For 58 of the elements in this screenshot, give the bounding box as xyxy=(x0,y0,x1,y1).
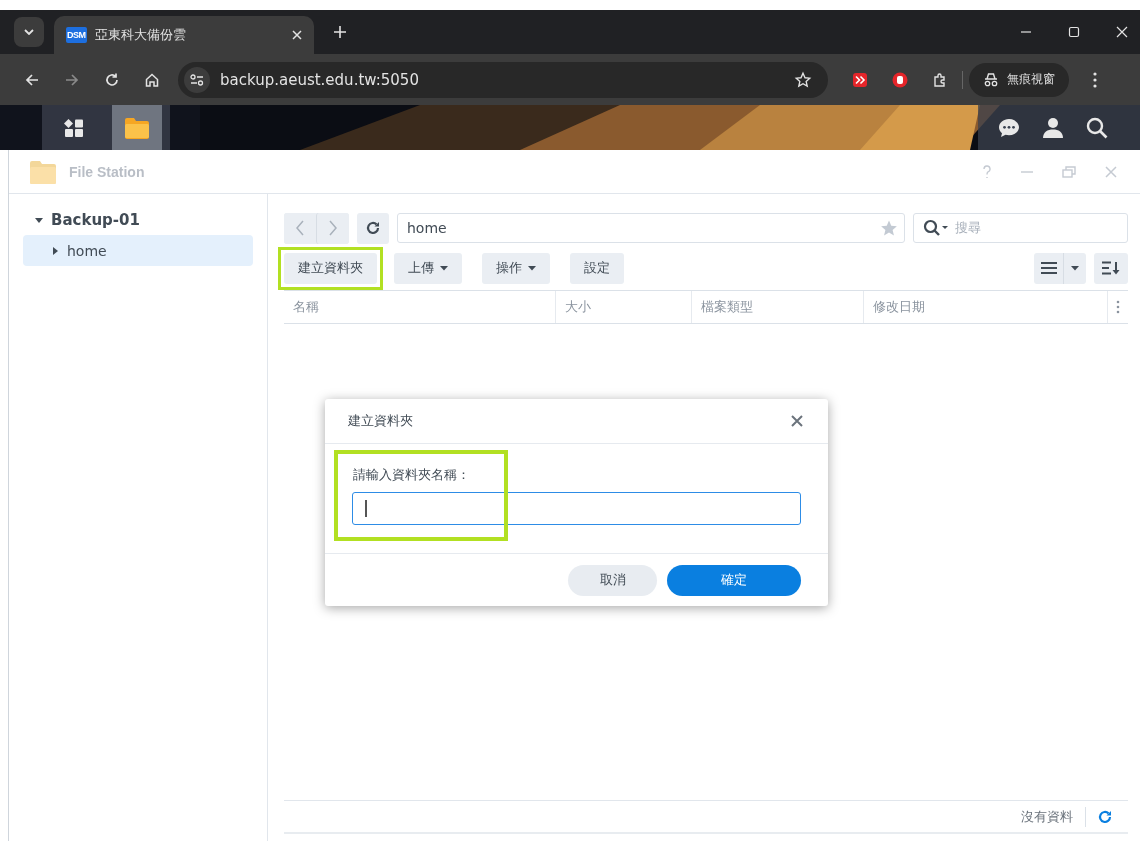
search-icon xyxy=(923,219,949,237)
toolbar-button[interactable]: 上傳 xyxy=(394,252,462,284)
toolbar-button[interactable]: 操作 xyxy=(482,252,550,284)
refresh-icon xyxy=(366,221,380,235)
new-tab-icon[interactable] xyxy=(334,26,346,38)
grid-icon xyxy=(63,117,85,138)
toolbar-button[interactable]: 設定 xyxy=(570,252,624,284)
refresh-icon[interactable] xyxy=(1098,809,1112,824)
chevron-left-icon xyxy=(295,220,305,236)
chevron-right-icon xyxy=(328,220,338,236)
star-icon[interactable] xyxy=(880,219,898,237)
caret-icon xyxy=(1070,265,1079,271)
status-text: 沒有資料 xyxy=(1021,807,1073,826)
site-info-button[interactable] xyxy=(184,66,210,93)
extension-icon[interactable] xyxy=(852,71,868,88)
home-icon[interactable] xyxy=(144,71,160,88)
sort-button[interactable] xyxy=(1094,252,1128,284)
caret-icon xyxy=(51,246,59,255)
caret-icon xyxy=(440,265,448,271)
search-icon[interactable] xyxy=(1086,116,1108,139)
path-field[interactable]: home xyxy=(397,213,905,243)
window-title: File Station xyxy=(69,163,145,180)
refresh-button[interactable] xyxy=(357,212,389,244)
folder-icon xyxy=(29,158,57,185)
tab-search-button[interactable] xyxy=(14,17,44,47)
star-icon[interactable] xyxy=(794,70,812,89)
caret-icon xyxy=(35,215,43,224)
forward-icon[interactable] xyxy=(64,71,80,88)
caret-icon xyxy=(528,265,536,271)
favicon: DSM xyxy=(66,27,87,43)
puzzle-icon[interactable] xyxy=(932,71,948,88)
chevron-down-icon xyxy=(24,29,34,35)
chat-icon[interactable] xyxy=(998,117,1020,138)
list-icon xyxy=(1041,262,1058,274)
sort-icon xyxy=(1102,261,1120,275)
field-label: 請輸入資料夾名稱： xyxy=(352,466,471,484)
address-bar[interactable]: backup.aeust.edu.tw:5050 xyxy=(178,61,828,98)
reload-icon[interactable] xyxy=(104,71,120,88)
browser-tab[interactable]: DSM 亞東科大備份雲 xyxy=(54,16,314,54)
view-mode-button[interactable] xyxy=(1034,252,1086,284)
toolbar-button[interactable]: 建立資料夾 xyxy=(284,252,377,284)
url-text: backup.aeust.edu.tw:5050 xyxy=(220,70,419,89)
cancel-button[interactable]: 取消 xyxy=(568,564,657,596)
confirm-button[interactable]: 確定 xyxy=(667,564,801,596)
folder-name-field[interactable] xyxy=(352,492,801,525)
tab-title: 亞東科大備份雲 xyxy=(94,26,187,44)
tune-icon xyxy=(190,73,204,86)
incognito-button[interactable]: 無痕視窗 xyxy=(969,62,1069,97)
maximize-icon[interactable] xyxy=(1068,26,1080,38)
more-icon[interactable] xyxy=(1093,71,1097,88)
tree-item[interactable]: home xyxy=(23,235,253,266)
folder-icon xyxy=(124,116,150,139)
incognito-icon xyxy=(983,72,999,87)
back-icon[interactable] xyxy=(24,71,40,88)
tree-item[interactable]: Backup-01 xyxy=(23,204,253,235)
file-station-taskbar-button[interactable] xyxy=(112,105,162,150)
dialog-title: 建立資料夾 xyxy=(348,412,413,430)
user-icon[interactable] xyxy=(1042,116,1064,139)
